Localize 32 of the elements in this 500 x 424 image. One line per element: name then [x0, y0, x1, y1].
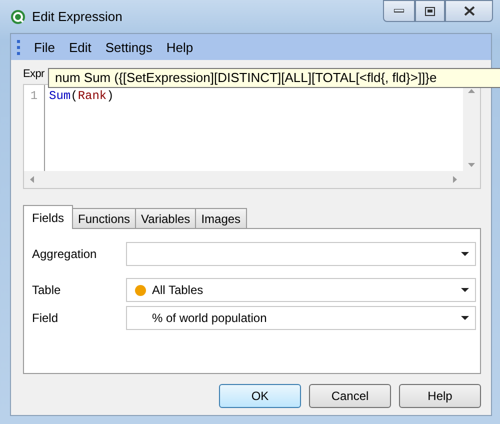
close-button[interactable] — [445, 0, 493, 22]
tooltip: num Sum ({[SetExpression][DISTINCT][ALL][TOTAL[<fld{, fld}>]]}e — [48, 68, 500, 88]
dialog-button[interactable]: Help — [399, 384, 481, 408]
dropdown[interactable]: All Tables — [126, 278, 476, 302]
minimize-icon — [394, 9, 404, 13]
maximize-button[interactable] — [415, 0, 445, 22]
menu-item[interactable]: File — [28, 38, 61, 56]
toolbar-grip-icon — [17, 39, 20, 55]
expression-label: Expr — [23, 68, 44, 80]
menu-item[interactable]: Help — [160, 38, 200, 56]
code-line: Sum(Rank) — [49, 89, 114, 103]
field-label: Table — [32, 283, 62, 297]
minimize-button[interactable] — [383, 0, 415, 22]
field-label: Aggregation — [32, 247, 98, 261]
dialog-button[interactable]: Cancel — [309, 384, 391, 408]
field-label: Field — [32, 311, 60, 325]
dropdown[interactable]: % of world population — [126, 306, 476, 330]
maximize-icon — [425, 6, 435, 16]
line-number: 1 — [29, 89, 39, 103]
dropdown-arrow-icon[interactable] — [461, 316, 469, 320]
dropdown-arrow-icon[interactable] — [461, 252, 469, 256]
tab[interactable]: Functions — [72, 208, 136, 228]
dialog-button[interactable]: OK — [219, 384, 301, 408]
menu-item[interactable]: Settings — [99, 38, 158, 56]
window-title: Edit Expression — [32, 9, 122, 24]
app-logo-icon — [10, 8, 26, 24]
dropdown-arrow-icon[interactable] — [461, 288, 469, 292]
tab[interactable]: Fields — [23, 205, 74, 229]
menu-item[interactable]: Edit — [62, 38, 98, 56]
tab[interactable]: Variables — [135, 208, 196, 228]
tab[interactable]: Images — [195, 208, 247, 228]
close-icon — [464, 6, 474, 16]
